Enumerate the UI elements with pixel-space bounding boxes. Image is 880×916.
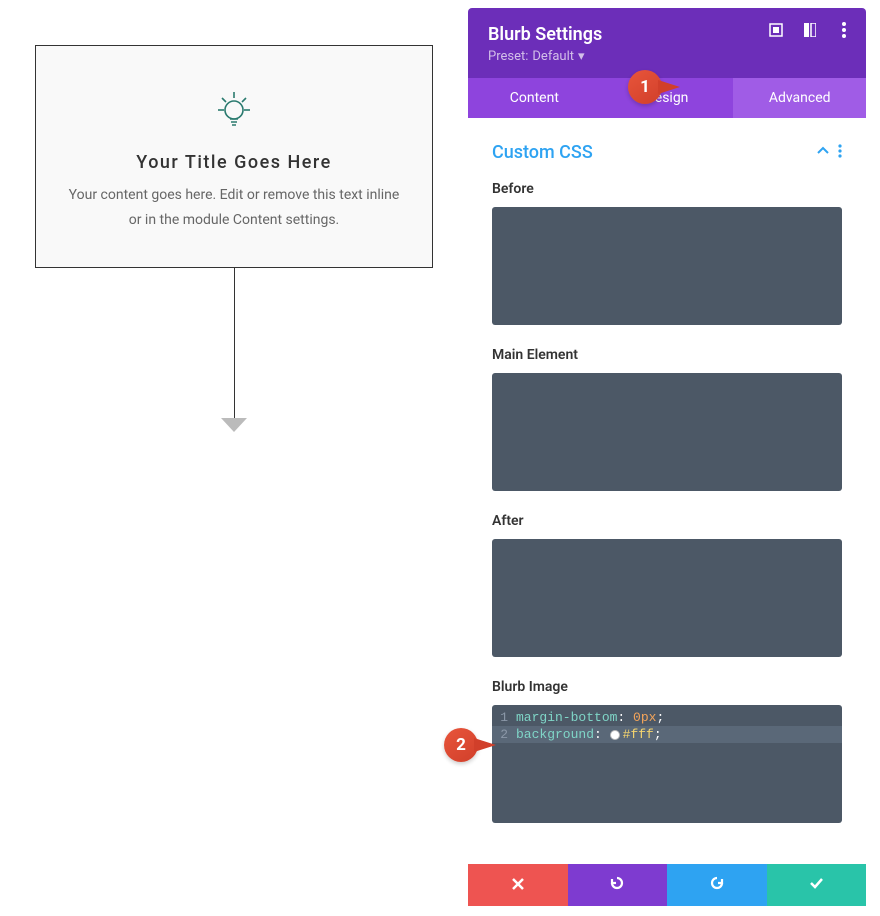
preset-label: Preset: [488, 49, 528, 64]
lightbulb-icon [64, 86, 404, 134]
css-field-after: After [492, 513, 842, 657]
tab-advanced[interactable]: Advanced [733, 78, 866, 118]
code-token: ; [656, 710, 664, 725]
blurb-content[interactable]: Your content goes here. Edit or remove t… [64, 183, 404, 233]
css-label-blurb-image: Blurb Image [492, 679, 842, 695]
save-button[interactable] [767, 864, 867, 906]
css-label-before: Before [492, 181, 842, 197]
code-token: : [594, 727, 602, 742]
collapse-icon[interactable] [816, 143, 830, 162]
callout-marker-1: 1 [628, 70, 662, 104]
css-label-main-element: Main Element [492, 347, 842, 363]
css-field-main-element: Main Element [492, 347, 842, 491]
kebab-menu-icon[interactable] [836, 22, 852, 38]
expand-icon[interactable] [768, 22, 784, 38]
code-token: : [617, 710, 625, 725]
close-icon [511, 876, 525, 895]
code-box-before[interactable] [492, 207, 842, 325]
connector-line [234, 268, 235, 418]
section-header[interactable]: Custom CSS [492, 142, 842, 163]
settings-panel: Blurb Settings Preset: Default ▾ Content… [468, 8, 866, 906]
tab-content[interactable]: Content [468, 78, 601, 118]
code-box-main-element[interactable] [492, 373, 842, 491]
code-token: 0px [633, 710, 656, 725]
code-token: #fff [623, 727, 654, 742]
undo-icon [609, 875, 625, 895]
line-number: 1 [492, 710, 516, 725]
code-box-blurb-image[interactable]: 1 margin-bottom: 0px; 2 background: #fff… [492, 705, 842, 823]
code-box-after[interactable] [492, 539, 842, 657]
section-title: Custom CSS [492, 142, 593, 163]
css-field-before: Before [492, 181, 842, 325]
panel-footer [468, 864, 866, 906]
blurb-title[interactable]: Your Title Goes Here [64, 152, 404, 173]
panel-body[interactable]: Custom CSS Before Main Element After Bl [468, 118, 866, 864]
snap-icon[interactable] [802, 22, 818, 38]
code-token: margin-bottom [516, 710, 617, 725]
panel-tabs: Content Design Advanced 1 [468, 78, 866, 118]
css-label-after: After [492, 513, 842, 529]
preview-area: Your Title Goes Here Your content goes h… [35, 45, 433, 432]
section-kebab-icon[interactable] [838, 143, 842, 162]
preset-value: Default [532, 49, 574, 64]
preset-selector[interactable]: Preset: Default ▾ [488, 49, 846, 64]
cancel-button[interactable] [468, 864, 568, 906]
code-token: background [516, 727, 594, 742]
check-icon [808, 875, 824, 895]
callout-marker-2: 2 [444, 728, 478, 762]
chevron-down-icon: ▾ [578, 49, 585, 64]
code-token: ; [654, 727, 662, 742]
undo-button[interactable] [568, 864, 668, 906]
css-field-blurb-image: Blurb Image 1 margin-bottom: 0px; 2 back… [492, 679, 842, 823]
blurb-card: Your Title Goes Here Your content goes h… [35, 45, 433, 268]
redo-icon [709, 875, 725, 895]
color-swatch-icon [610, 730, 620, 740]
connector-arrow-icon [35, 418, 433, 432]
redo-button[interactable] [667, 864, 767, 906]
panel-header: Blurb Settings Preset: Default ▾ [468, 8, 866, 78]
